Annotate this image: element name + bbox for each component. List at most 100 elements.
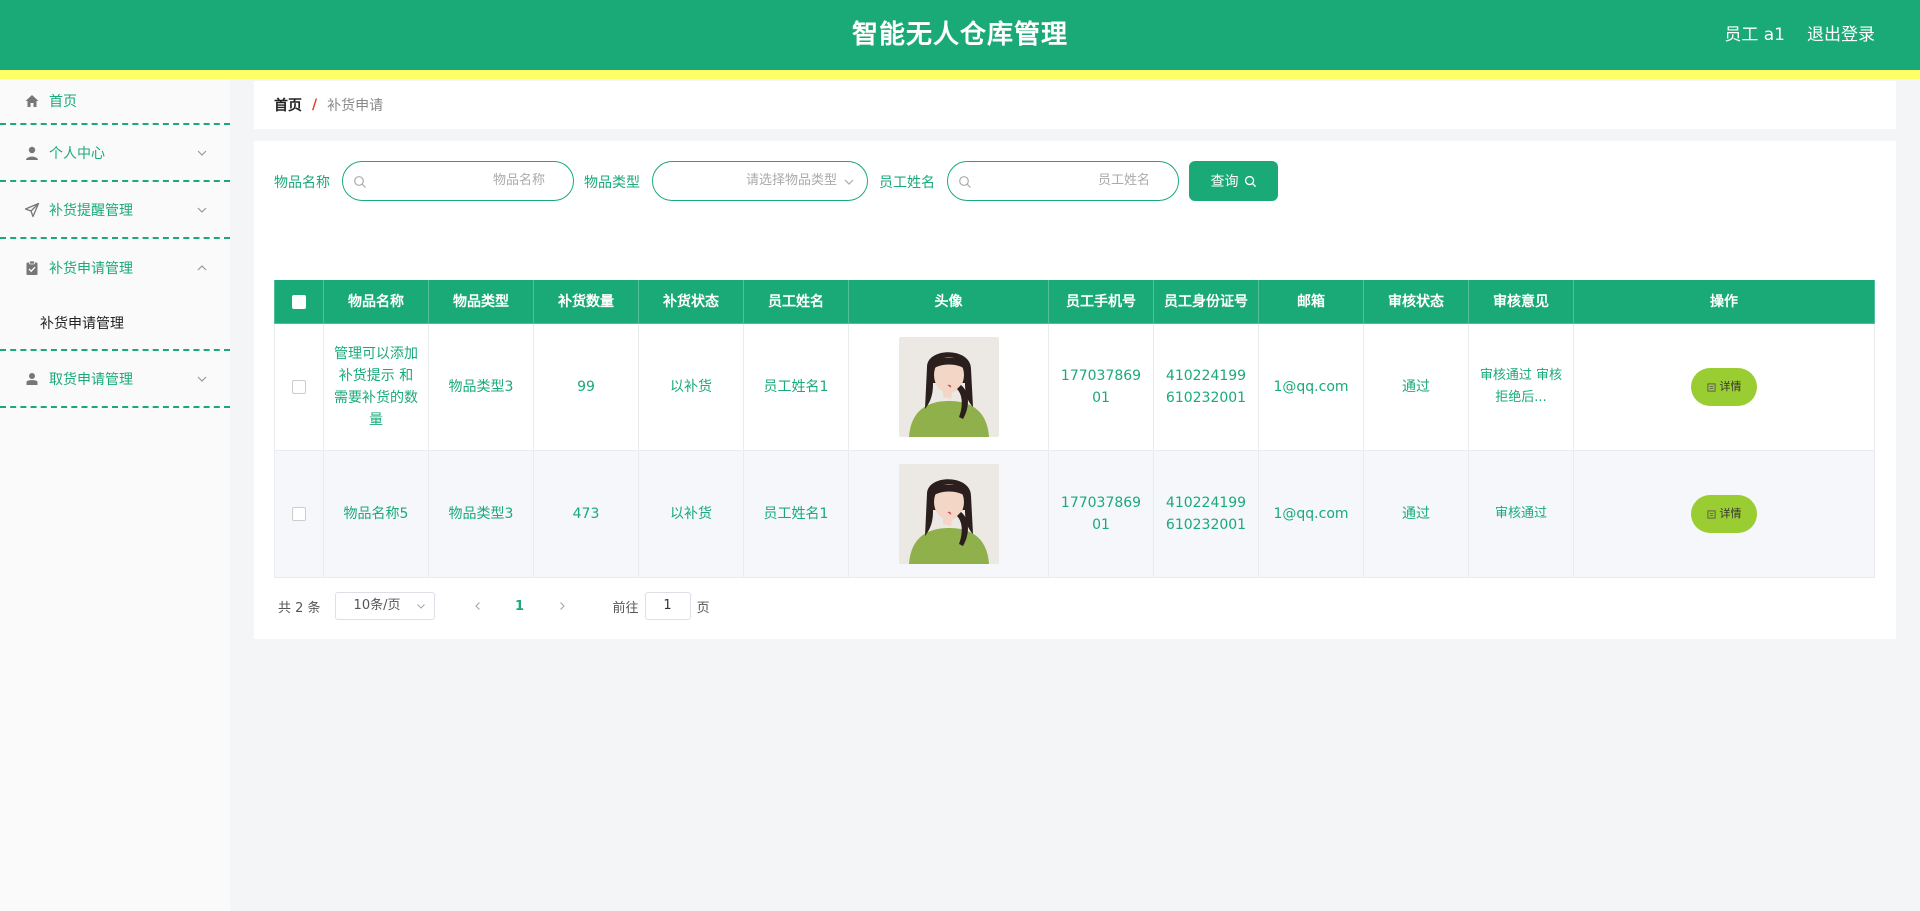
row-checkbox[interactable]	[292, 507, 306, 521]
sidebar-item-label: 补货提醒管理	[49, 202, 133, 219]
item-type-label: 物品类型	[584, 175, 640, 191]
item-type-cell: 物品类型3	[429, 324, 534, 451]
id-number-cell: 410224199610232001	[1154, 451, 1259, 578]
sidebar-item-personal-center[interactable]: 个人中心	[0, 125, 230, 182]
search-icon	[959, 176, 971, 188]
phone-cell: 17703786901	[1049, 451, 1154, 578]
review-status-cell: 通过	[1364, 324, 1469, 451]
query-button[interactable]: 查询	[1189, 161, 1278, 201]
chevron-down-icon	[197, 376, 207, 382]
item-type-cell: 物品类型3	[429, 451, 534, 578]
logout-link[interactable]: 退出登录	[1807, 0, 1875, 70]
employee-name-placeholder: 员工姓名	[1097, 173, 1150, 188]
item-name-cell: 物品名称5	[324, 451, 429, 578]
column-header[interactable]: 头像	[849, 280, 1049, 324]
sidebar-item-pickup-application[interactable]: 取货申请管理	[0, 351, 230, 408]
column-header[interactable]: 员工手机号	[1049, 280, 1154, 324]
chevron-up-icon	[197, 264, 207, 270]
phone-cell: 17703786901	[1049, 324, 1154, 451]
detail-button[interactable]: 详情	[1691, 495, 1757, 533]
document-icon	[1706, 509, 1716, 519]
employee-name-input[interactable]: 员工姓名	[947, 161, 1179, 201]
column-header[interactable]: 邮箱	[1259, 280, 1364, 324]
search-icon	[1244, 175, 1256, 187]
breadcrumb: 首页 / 补货申请	[254, 81, 1896, 129]
sidebar-subitem-restock-application-management[interactable]: 补货申请管理	[0, 296, 230, 351]
select-all-checkbox[interactable]	[292, 294, 306, 309]
breadcrumb-current: 补货申请	[327, 98, 384, 114]
chevron-right-icon	[559, 602, 565, 610]
detail-button-label: 详情	[1719, 380, 1742, 393]
employee-cell: 员工姓名1	[744, 451, 849, 578]
chevron-down-icon	[197, 207, 207, 213]
employee-name-label: 员工姓名	[879, 175, 935, 191]
send-icon	[24, 202, 40, 218]
content-card: 物品名称 物品名称 物品类型 请选择物品类型 员工姓名 员工姓名 查询 物品名称…	[254, 141, 1896, 639]
next-page-button[interactable]	[547, 592, 577, 620]
item-name-label: 物品名称	[274, 175, 330, 191]
search-icon	[354, 176, 366, 188]
column-header[interactable]: 补货状态	[639, 280, 744, 324]
detail-button[interactable]: 详情	[1691, 368, 1757, 406]
goto-label: 前往	[612, 600, 639, 616]
prev-page-button[interactable]	[463, 592, 493, 620]
column-header[interactable]: 员工姓名	[744, 280, 849, 324]
home-icon	[24, 93, 40, 109]
pagination: 共 2 条 10条/页 1 前往 1 页	[278, 592, 710, 620]
column-header[interactable]: 补货数量	[534, 280, 639, 324]
email-cell: 1@qq.com	[1259, 451, 1364, 578]
review-status-cell: 通过	[1364, 451, 1469, 578]
user-card-icon	[24, 371, 40, 387]
item-type-select[interactable]: 请选择物品类型	[652, 161, 868, 201]
column-header[interactable]: 物品名称	[324, 280, 429, 324]
review-opinion-cell: 审核通过	[1469, 451, 1574, 578]
sidebar-item-home[interactable]: 首页	[0, 79, 230, 125]
item-name-input[interactable]: 物品名称	[342, 161, 574, 201]
page-size-value: 10条/页	[353, 598, 401, 613]
avatar-cell	[849, 451, 1049, 578]
pagination-total: 共 2 条	[278, 600, 321, 616]
clipboard-icon	[24, 260, 40, 276]
item-type-placeholder: 请选择物品类型	[745, 173, 837, 188]
column-header[interactable]: 审核意见	[1469, 280, 1574, 324]
sidebar-item-restock-reminder[interactable]: 补货提醒管理	[0, 182, 230, 239]
column-header[interactable]: 员工身份证号	[1154, 280, 1259, 324]
column-header[interactable]: 审核状态	[1364, 280, 1469, 324]
goto-page-input[interactable]: 1	[644, 592, 691, 620]
select-all-cell	[274, 280, 324, 324]
sidebar-item-label: 补货申请管理	[49, 260, 133, 277]
sidebar-item-label: 个人中心	[49, 145, 105, 162]
breadcrumb-separator: /	[312, 97, 318, 113]
item-name-placeholder: 物品名称	[492, 173, 545, 188]
row-select-cell	[274, 451, 324, 578]
column-header[interactable]: 物品类型	[429, 280, 534, 324]
review-opinion-cell: 审核通过 审核拒绝后...	[1469, 324, 1574, 451]
table-row: 管理可以添加补货提示 和需要补货的数量 物品类型3 99 以补货 员工姓名1 1…	[274, 324, 1875, 451]
chevron-down-icon	[416, 604, 425, 609]
breadcrumb-home[interactable]: 首页	[274, 95, 302, 115]
chevron-left-icon	[474, 602, 480, 610]
page-suffix: 页	[696, 600, 710, 616]
chevron-down-icon	[844, 179, 854, 185]
page-size-select[interactable]: 10条/页	[334, 592, 435, 620]
detail-button-label: 详情	[1719, 507, 1742, 520]
row-checkbox[interactable]	[292, 380, 306, 394]
page-number[interactable]: 1	[505, 599, 535, 614]
sidebar-item-label: 首页	[49, 94, 77, 110]
document-icon	[1706, 382, 1716, 392]
sidebar-item-restock-application[interactable]: 补货申请管理	[0, 239, 230, 296]
column-header[interactable]: 操作	[1574, 280, 1875, 324]
status-cell: 以补货	[639, 324, 744, 451]
sidebar: 首页 个人中心 补货提醒管理 补货申请管理 补货申请管理 取货申请管理	[0, 79, 230, 911]
header-accent-stripe	[0, 70, 1920, 79]
sidebar-item-label: 取货申请管理	[49, 371, 133, 388]
avatar	[898, 337, 999, 437]
quantity-cell: 99	[534, 324, 639, 451]
avatar-cell	[849, 324, 1049, 451]
app-title: 智能无人仓库管理	[851, 20, 1068, 50]
quantity-cell: 473	[534, 451, 639, 578]
employee-cell: 员工姓名1	[744, 324, 849, 451]
row-select-cell	[274, 324, 324, 451]
chevron-down-icon	[197, 150, 207, 156]
action-cell: 详情	[1574, 451, 1875, 578]
